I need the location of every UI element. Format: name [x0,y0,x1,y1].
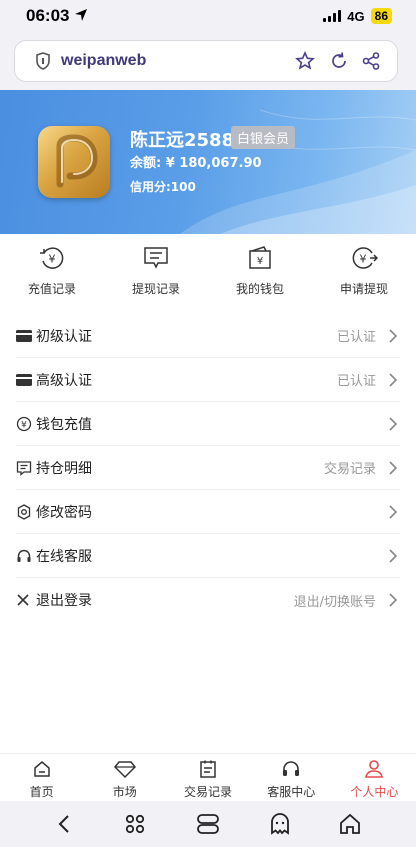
withdraw-record-icon [144,247,168,269]
chevron-right-icon [389,373,398,387]
credit-score: 信用分:100 [130,180,196,194]
close-icon [17,594,29,606]
menu-item-label: 高级认证 [36,372,92,389]
chevron-right-icon [389,593,398,607]
svg-text:¥: ¥ [360,253,367,266]
url-text: weipanweb [61,52,147,69]
reload-icon[interactable] [329,51,349,71]
chevron-right-icon [389,549,398,563]
share-icon[interactable] [361,51,381,71]
ghost-icon[interactable] [269,812,291,836]
quick-action-withdraw-record[interactable]: 提现记录 [104,244,208,308]
chevron-right-icon [389,505,398,519]
menu-item-value: 已认证 [336,374,376,389]
tab-label: 首页 [29,785,54,799]
tabs-icon[interactable] [195,812,221,836]
menu-item-change-password[interactable]: 修改密码 [16,490,400,534]
status-time: 06:03 [26,6,88,26]
menu-item-position-details[interactable]: 持仓明细 交易记录 [16,446,400,490]
quick-action-wallet[interactable]: ¥ 我的钱包 [208,244,312,308]
membership-badge: 白银会员 [231,126,296,149]
menu-item-value: 交易记录 [323,462,376,477]
card-icon [16,329,32,342]
gear-icon [17,503,31,520]
tab-label: 个人中心 [350,785,399,799]
menu-item-label: 钱包充值 [36,416,92,433]
home-icon[interactable] [338,812,362,836]
chevron-right-icon [389,329,398,343]
quick-actions: ¥ 充值记录 提现记录 ¥ 我的钱包 ¥ 申请提现 [0,244,416,308]
bottom-tab-bar: 首页 市场 交易记录 客服中心 个人中心 [0,753,416,801]
browser-nav-bar [0,801,416,847]
message-icon [16,460,32,476]
status-bar: 06:03 4G 86 [0,0,416,34]
app-logo [38,126,110,198]
tab-home[interactable]: 首页 [0,754,83,801]
network-label: 4G [347,8,365,24]
browser-toolbar: weipanweb [0,34,416,90]
chevron-right-icon [389,417,398,431]
tab-personal-center[interactable]: 个人中心 [333,754,416,801]
svg-text:¥: ¥ [49,253,56,266]
star-icon[interactable] [295,51,315,71]
menu-item-label: 修改密码 [36,504,92,521]
yen-circle-icon: ¥ [16,416,32,431]
account-balance: 余额: ¥ 180,067.90 [130,156,262,171]
signal-icon [323,10,342,22]
menu-item-logout[interactable]: 退出登录 退出/切换账号 [16,578,400,622]
chevron-right-icon [389,461,398,475]
svg-text:¥: ¥ [21,420,27,430]
svg-text:¥: ¥ [257,256,263,267]
account-menu: 初级认证 已认证 高级认证 已认证 ¥ 钱包充值 持仓明细 交易记录 修改密码 … [16,314,400,622]
tab-label: 客服中心 [267,785,316,799]
quick-action-label: 提现记录 [131,282,180,296]
card-icon [16,373,32,386]
recharge-record-icon: ¥ [40,247,64,269]
user-icon [365,760,384,778]
apps-icon[interactable] [123,812,147,836]
headset-icon [283,761,300,776]
menu-item-wallet-recharge[interactable]: ¥ 钱包充值 [16,402,400,446]
quick-action-apply-withdraw[interactable]: ¥ 申请提现 [312,244,416,308]
diamond-icon [113,761,136,779]
list-icon [200,760,216,778]
tab-label: 交易记录 [184,785,233,799]
menu-item-label: 持仓明细 [36,460,92,477]
menu-item-label: 初级认证 [36,328,92,345]
tab-trade-records[interactable]: 交易记录 [166,754,249,801]
tab-support-center[interactable]: 客服中心 [250,754,333,801]
apply-withdraw-icon: ¥ [352,247,378,269]
tab-market[interactable]: 市场 [83,754,166,801]
quick-action-label: 我的钱包 [235,282,284,296]
quick-action-label: 申请提现 [339,282,388,296]
quick-action-label: 充值记录 [27,282,76,296]
battery-icon: 86 [370,8,392,24]
user-name: 陈正远2588 [130,130,235,151]
menu-item-basic-verification[interactable]: 初级认证 已认证 [16,314,400,358]
menu-item-value: 退出/切换账号 [293,594,376,610]
location-arrow-icon [75,9,88,21]
menu-item-value: 已认证 [336,330,376,345]
quick-action-recharge-record[interactable]: ¥ 充值记录 [0,244,104,308]
shield-icon [36,52,50,70]
headset-icon [17,549,31,562]
address-bar[interactable]: weipanweb [14,40,398,82]
back-icon[interactable] [54,813,76,835]
menu-item-advanced-verification[interactable]: 高级认证 已认证 [16,358,400,402]
menu-item-label: 在线客服 [36,548,92,565]
menu-item-label: 退出登录 [36,593,92,609]
home-icon [33,761,50,777]
wallet-icon: ¥ [249,246,271,269]
tab-label: 市场 [112,785,137,799]
menu-item-online-support[interactable]: 在线客服 [16,534,400,578]
